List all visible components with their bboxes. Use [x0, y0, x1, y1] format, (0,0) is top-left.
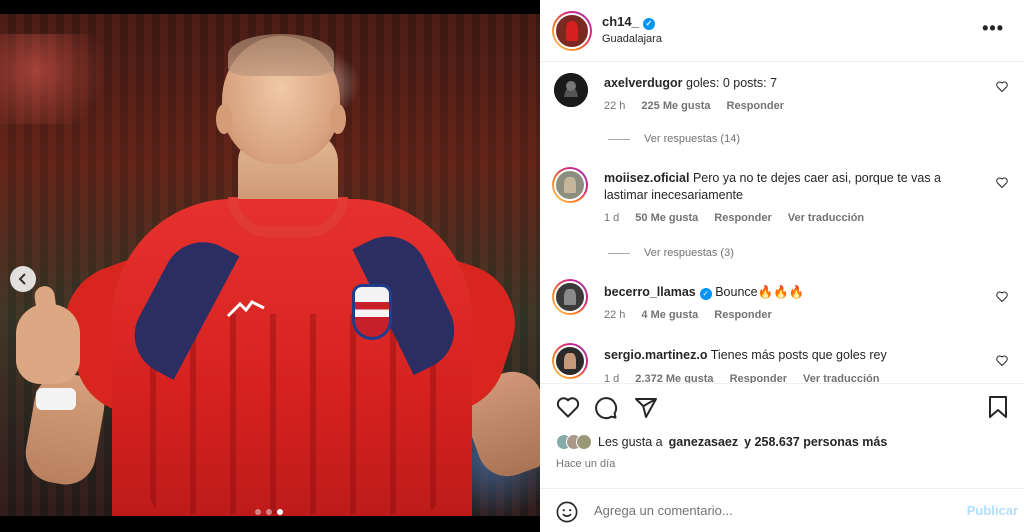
- comments-list: axelverdugor goles: 0 posts: 7 22 h 225 …: [540, 63, 1024, 383]
- heart-icon[interactable]: [996, 81, 1008, 95]
- comment-time[interactable]: 1 d: [604, 373, 619, 383]
- carousel-dot: [266, 509, 272, 515]
- comment-body: goles: 0 posts: 7: [686, 76, 778, 90]
- reply-button[interactable]: Responder: [714, 309, 771, 321]
- bookmark-icon[interactable]: [988, 396, 1008, 423]
- commenter-avatar[interactable]: [552, 343, 588, 379]
- comment-likes[interactable]: 50 Me gusta: [635, 212, 698, 224]
- translate-button[interactable]: Ver traducción: [803, 373, 879, 383]
- comment-text: axelverdugor goles: 0 posts: 7: [604, 75, 984, 92]
- publish-button[interactable]: Publicar: [967, 503, 1018, 518]
- player-photo: [0, 14, 540, 516]
- commenter-username[interactable]: becerro_llamas: [604, 285, 696, 299]
- carousel-dot-active: [277, 509, 283, 515]
- more-options-icon[interactable]: •••: [982, 18, 1004, 39]
- comment-meta: 1 d 2.372 Me gusta Responder Ver traducc…: [604, 373, 879, 383]
- author-username[interactable]: ch14_ ✓: [602, 14, 655, 30]
- post-panel: ch14_ ✓ Guadalajara ••• axelverdugor gole…: [540, 0, 1024, 532]
- brand-logo-icon: [226, 298, 266, 318]
- commenter-avatar[interactable]: [554, 73, 588, 107]
- club-crest: [352, 284, 392, 340]
- view-replies-button[interactable]: Ver respuestas (14): [608, 133, 740, 145]
- commenter-avatar[interactable]: [552, 279, 588, 315]
- comment-time[interactable]: 22 h: [604, 100, 625, 112]
- likes-prefix: Les gusta a: [598, 435, 663, 449]
- heart-icon[interactable]: [996, 291, 1008, 305]
- view-replies-button[interactable]: Ver respuestas (3): [608, 247, 734, 259]
- reply-button[interactable]: Responder: [727, 100, 784, 112]
- comment-meta: 1 d 50 Me gusta Responder Ver traducción: [604, 212, 864, 224]
- comment-time[interactable]: 22 h: [604, 309, 625, 321]
- comment-text: becerro_llamas ✓ Bounce🔥🔥🔥: [604, 284, 984, 301]
- comment-text: moiisez.oficial Pero ya no te dejes caer…: [604, 170, 984, 204]
- commenter-username[interactable]: moiisez.oficial: [604, 171, 689, 185]
- commenter-avatar[interactable]: [552, 167, 588, 203]
- carousel-dots: [255, 509, 283, 515]
- comment-text: sergio.martinez.o Tienes más posts que g…: [604, 347, 984, 364]
- comment-likes[interactable]: 4 Me gusta: [641, 309, 698, 321]
- commenter-username[interactable]: axelverdugor: [604, 76, 683, 90]
- heart-icon[interactable]: [996, 355, 1008, 369]
- carousel-dot: [255, 509, 261, 515]
- comment-body: Tienes más posts que goles rey: [710, 348, 887, 362]
- translate-button[interactable]: Ver traducción: [788, 212, 864, 224]
- chevron-left-icon[interactable]: [10, 266, 36, 292]
- comment-composer: Agrega un comentario... Publicar: [540, 488, 1024, 532]
- comment-body: Bounce🔥🔥🔥: [715, 285, 805, 299]
- likes-summary: Les gusta a ganezasaez y 258.637 persona…: [556, 434, 887, 450]
- liker-avatars[interactable]: [556, 434, 592, 450]
- post-time[interactable]: Hace un día: [556, 458, 615, 470]
- reply-button[interactable]: Responder: [714, 212, 771, 224]
- emoji-icon[interactable]: [556, 501, 578, 528]
- post-header: ch14_ ✓ Guadalajara •••: [540, 0, 1024, 62]
- comment-likes[interactable]: 2.372 Me gusta: [635, 373, 713, 383]
- heart-icon[interactable]: [996, 177, 1008, 191]
- heart-icon[interactable]: [556, 396, 580, 423]
- author-avatar[interactable]: [552, 11, 592, 51]
- post-actions: [540, 383, 1024, 427]
- post-location[interactable]: Guadalajara: [602, 33, 662, 45]
- liker-avatar: [576, 434, 592, 450]
- likes-user[interactable]: ganezasaez: [669, 435, 738, 449]
- send-icon[interactable]: [634, 396, 658, 425]
- verified-badge-icon: ✓: [642, 18, 655, 30]
- reply-button[interactable]: Responder: [730, 373, 787, 383]
- comment-meta: 22 h 4 Me gusta Responder: [604, 309, 772, 321]
- likes-count[interactable]: y 258.637 personas más: [744, 435, 887, 449]
- comment-likes[interactable]: 225 Me gusta: [641, 100, 710, 112]
- post-media[interactable]: [0, 14, 540, 516]
- comment-time[interactable]: 1 d: [604, 212, 619, 224]
- comment-meta: 22 h 225 Me gusta Responder: [604, 100, 784, 112]
- commenter-username[interactable]: sergio.martinez.o: [604, 348, 708, 362]
- comment-input[interactable]: Agrega un comentario...: [594, 503, 733, 518]
- comment-icon[interactable]: [594, 396, 618, 425]
- verified-badge-icon: ✓: [699, 288, 712, 300]
